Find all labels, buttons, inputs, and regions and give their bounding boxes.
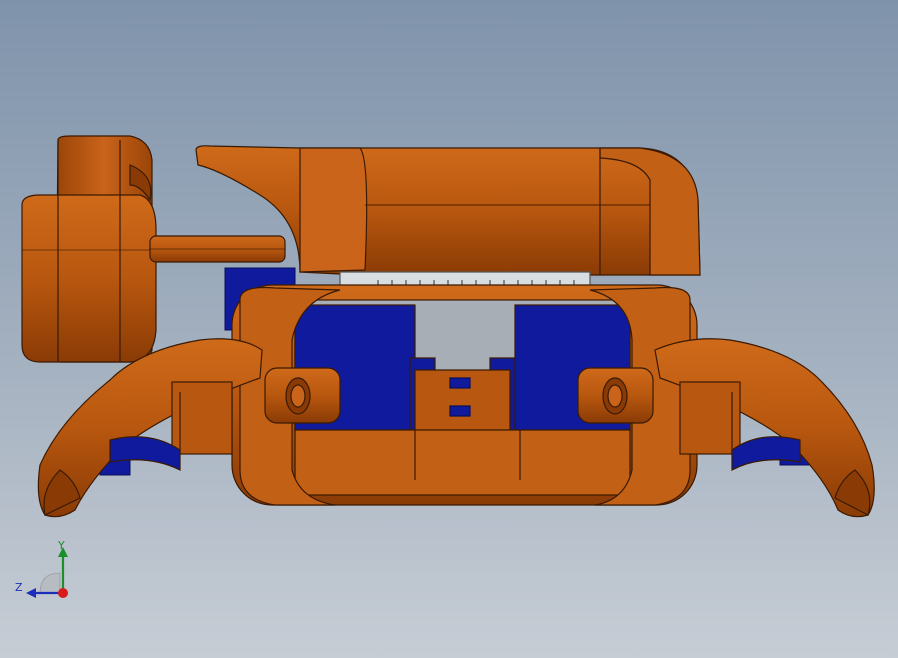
left-front-joint[interactable]	[264, 367, 341, 424]
left-leg[interactable]	[37, 338, 263, 518]
robot-cad-model[interactable]	[0, 0, 898, 658]
axis-z-label: Z	[15, 581, 23, 594]
axis-triad-icon	[26, 547, 68, 598]
axis-y-label: Y	[58, 539, 65, 552]
cad-viewport[interactable]: Y Z	[0, 0, 898, 658]
right-front-joint[interactable]	[577, 367, 654, 424]
